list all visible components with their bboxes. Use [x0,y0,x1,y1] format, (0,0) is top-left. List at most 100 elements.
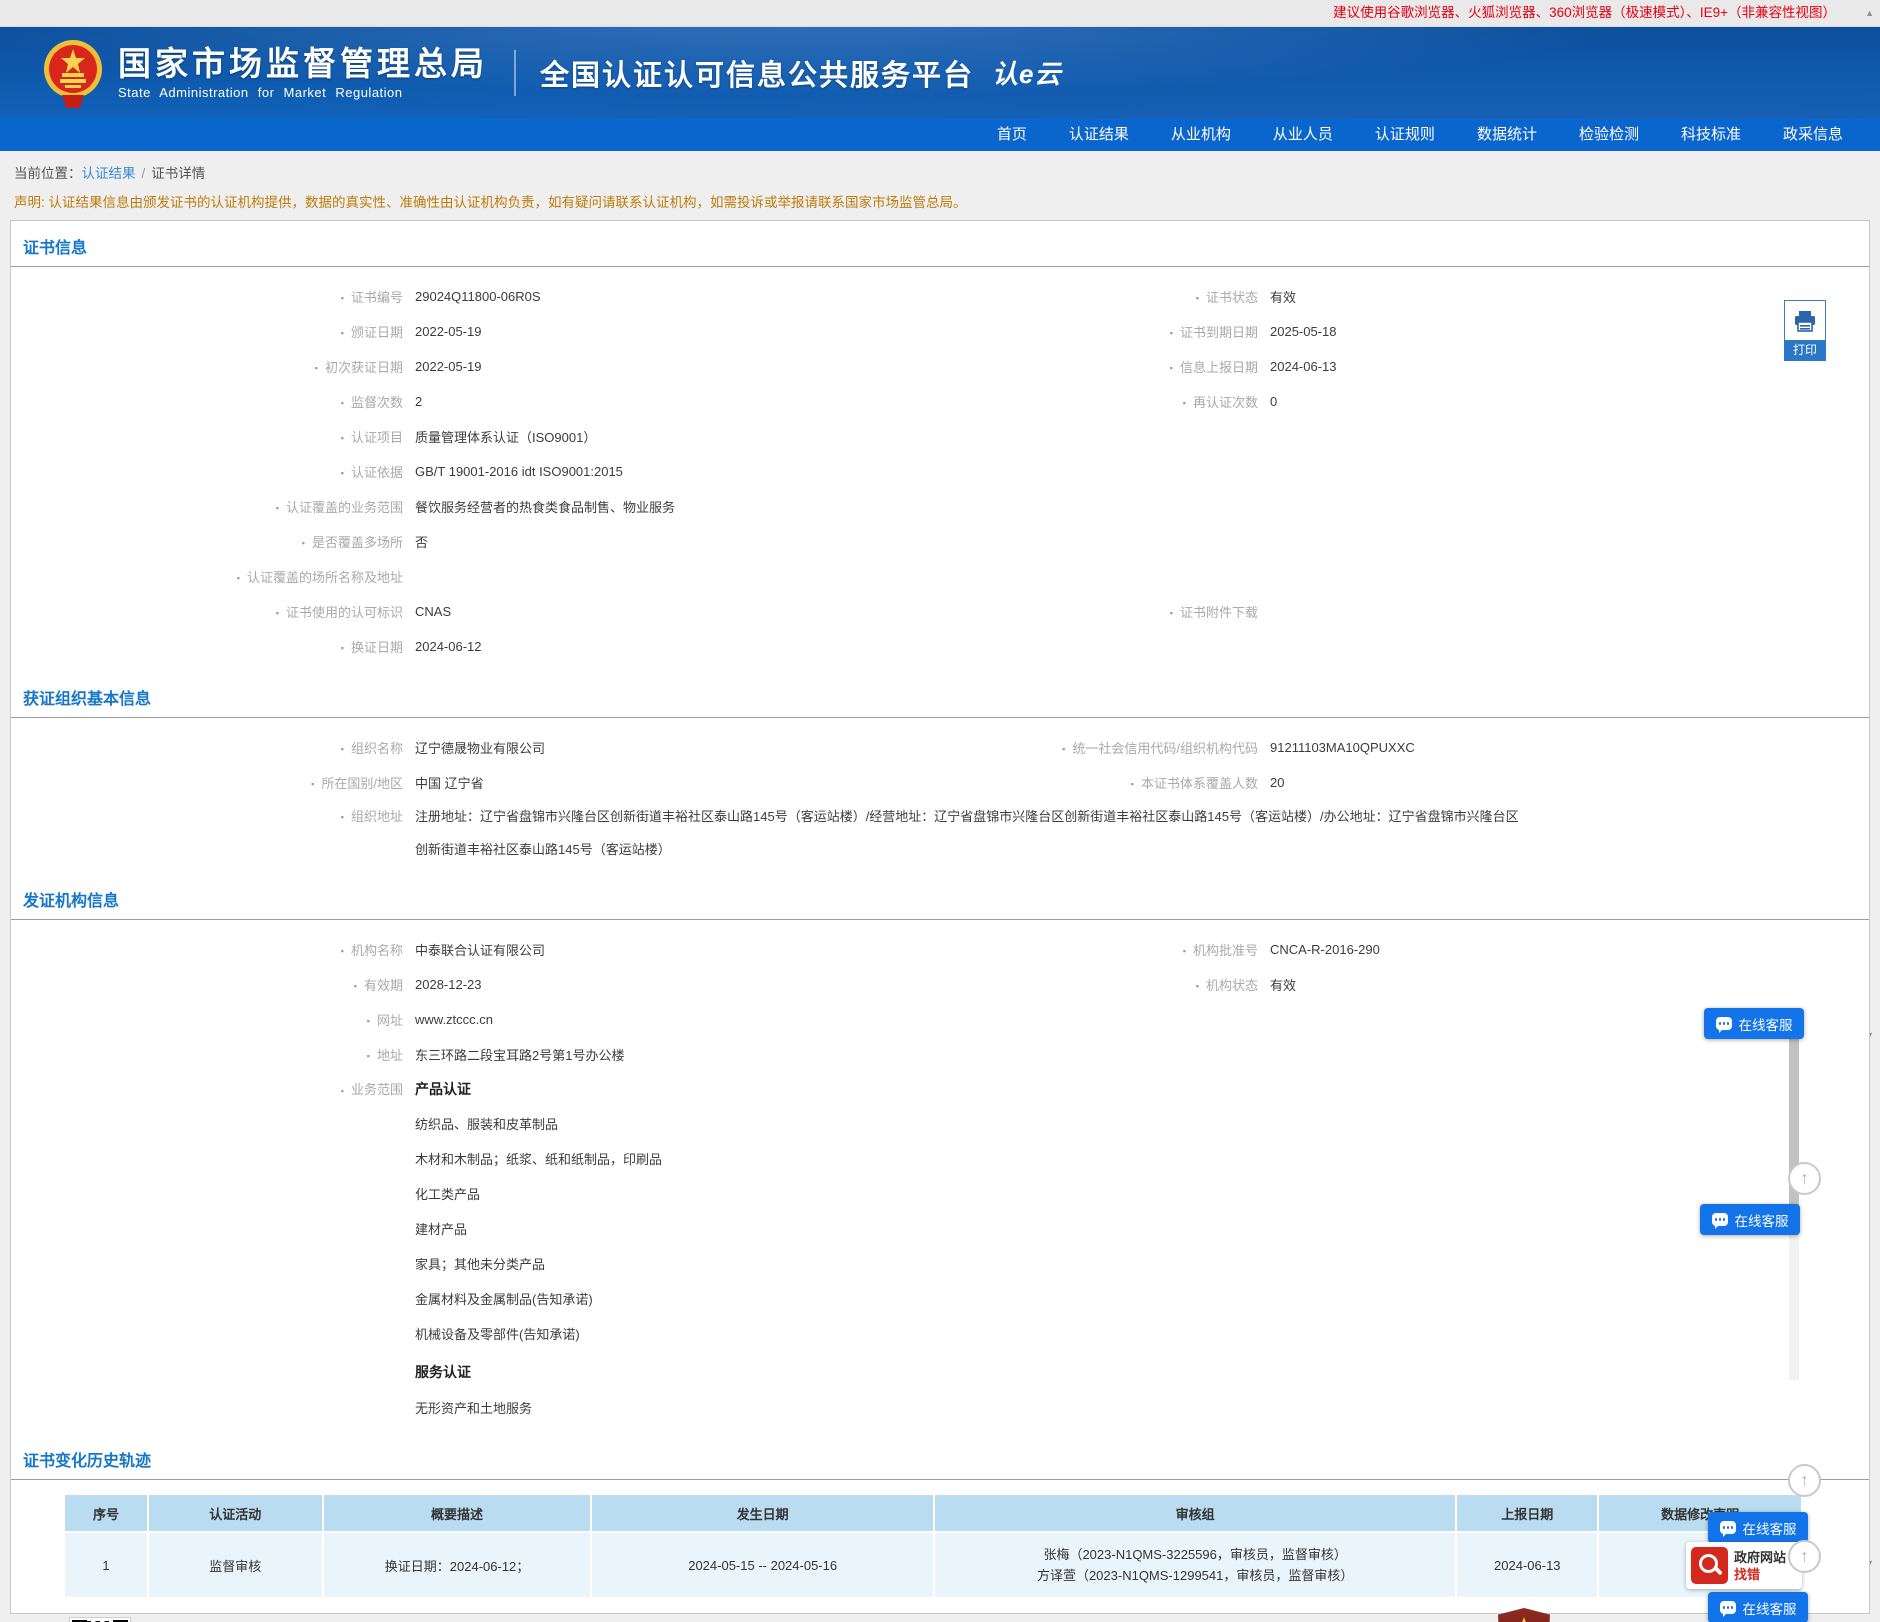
renewal-date-value: 2024-06-12 [415,639,482,654]
history-header-row: 序号 认证活动 概要描述 发生日期 审核组 上报日期 数据修改声明 [63,1493,1803,1533]
attachment-download-label[interactable]: 证书附件下载 [866,602,1258,621]
print-button-label: 打印 [1784,340,1826,361]
cell-activity: 监督审核 [146,1531,324,1599]
agency-website-label: 网址 [11,1010,403,1029]
online-service-label: 在线客服 [1738,1017,1793,1033]
history-table: 序号 认证活动 概要描述 发生日期 审核组 上报日期 数据修改声明 1 监督审核… [63,1493,1803,1599]
breadcrumb-link-cert-results[interactable]: 认证结果 [82,166,136,181]
history-row: 1 监督审核 换证日期：2024-06-12； 2024-05-15 -- 20… [63,1531,1803,1599]
issue-date-value: 2022-05-19 [415,324,482,339]
national-emblem-icon [44,39,102,108]
agency-status-label: 机构状态 [866,975,1258,994]
scope-item: 纺织品、服装和皮革制品 [415,1117,559,1132]
header-divider [514,49,516,96]
certificate-detail-page: 建议使用谷歌浏览器、火狐浏览器、360浏览器（极速模式）、IE9+（非兼容性视图… [0,0,1880,1622]
scope-item: 化工类产品 [415,1187,481,1202]
nav-item-agencies[interactable]: 从业机构 [1150,118,1252,151]
history-section-head: 证书变化历史轨迹 [11,1434,1869,1480]
scope-item: 木材和木制品；纸浆、纸和纸制品，印刷品 [415,1152,663,1167]
issue-date-label: 颁证日期 [11,322,403,341]
org-name-value: 辽宁德晟物业有限公司 [415,741,546,756]
org-name-cn: 国家市场监督管理总局 [118,44,488,82]
nav-item-cert-results[interactable]: 认证结果 [1048,118,1150,151]
multi-site-label: 是否覆盖多场所 [11,532,403,551]
nav-item-data-stats[interactable]: 数据统计 [1456,118,1558,151]
breadcrumb: 当前位置：认证结果 / 证书详情 [0,151,1880,186]
cert-status-label: 证书状态 [866,287,1258,306]
online-service-button[interactable]: 在线客服 [1708,1592,1808,1622]
multi-site-value: 否 [415,535,429,550]
accreditation-mark-value: CNAS [415,604,452,619]
cert-number-value: 29024Q11800-06R0S [415,289,541,304]
chat-bubble-icon [1711,1213,1728,1229]
covered-sites-label: 认证覆盖的场所名称及地址 [11,567,403,586]
renewal-date-label: 换证日期 [11,637,403,656]
gov-site-error-report-button[interactable]: 政府网站 找错 [1686,1542,1802,1589]
org-address-label: 组织地址 [11,800,403,835]
agency-scope-label: 业务范围 [11,1072,403,1426]
nav-item-home[interactable]: 首页 [976,118,1048,151]
scroll-up-arrow-icon[interactable]: ▲ [1865,8,1874,18]
platform-title: 全国认证认可信息公共服务平台 [540,59,975,92]
col-activity: 认证活动 [146,1493,324,1533]
wechat-qr-code [69,1617,131,1622]
back-to-top-button[interactable]: ↑ [1788,1162,1821,1195]
agency-section-title: 发证机构信息 [23,893,120,910]
cert-basis-value: GB/T 19001-2016 idt ISO9001:2015 [415,464,623,479]
org-name-label: 组织名称 [11,738,403,757]
agency-name-value: 中泰联合认证有限公司 [415,943,546,958]
cell-report-date: 2024-06-13 [1455,1531,1600,1599]
scope-item: 无形资产和土地服务 [415,1401,533,1416]
scope-group-service: 服务认证 [415,1364,471,1380]
online-service-button[interactable]: 在线客服 [1708,1512,1808,1543]
nav-item-inspection[interactable]: 检验检测 [1558,118,1660,151]
recert-count-value: 0 [1270,394,1278,409]
agency-scope-list: 产品认证 纺织品、服装和皮革制品 木材和木制品；纸浆、纸和纸制品，印刷品 化工类… [415,1072,662,1426]
scope-item: 金属材料及金属制品(告知承诺) [415,1292,593,1307]
org-credit-code-value: 91211103MA10QPUXXC [1270,740,1415,755]
cell-audit-group: 张梅（2023-N1QMS-3225596，审核员，监督审核） 方译萱（2023… [932,1531,1458,1599]
agency-address-label: 地址 [11,1045,403,1064]
chat-bubble-icon [1719,1601,1736,1617]
col-seq: 序号 [63,1493,149,1533]
online-service-label: 在线客服 [1742,1601,1797,1617]
expiry-date-value: 2025-05-18 [1270,324,1337,339]
nav-item-tech-standards[interactable]: 科技标准 [1660,118,1762,151]
back-to-top-button[interactable]: ↑ [1788,1464,1821,1497]
agency-info-right-column: 机构批准号 CNCA-R-2016-290 机构状态有效 [866,932,1826,1002]
history-section-title: 证书变化历史轨迹 [23,1453,152,1470]
online-service-button[interactable]: 在线客服 [1700,1204,1800,1235]
nav-item-procurement[interactable]: 政采信息 [1762,118,1864,151]
auditor-line: 方译萱（2023-N1QMS-1299541，审核员，监督审核） [1036,1568,1354,1583]
print-button[interactable]: 打印 [1784,300,1826,361]
agency-name-label: 机构名称 [11,940,403,959]
recert-count-label: 再认证次数 [866,392,1258,411]
agency-approval-value: CNCA-R-2016-290 [1270,942,1380,957]
org-info-right-column: 统一社会信用代码/组织机构代码 91211103MA10QPUXXC 本证书体系覆… [866,730,1826,800]
breadcrumb-current: 证书详情 [151,166,206,181]
nav-item-personnel[interactable]: 从业人员 [1252,118,1354,151]
main-nav: 首页 认证结果 从业机构 从业人员 认证规则 数据统计 检验检测 科技标准 政采… [0,118,1880,151]
online-service-label: 在线客服 [1742,1521,1797,1537]
supervision-count-label: 监督次数 [11,392,403,411]
find-error-label: 找错 [1734,1566,1761,1582]
chat-bubble-icon [1719,1521,1736,1537]
ren-e-yun-logo: 认e云 [992,59,1062,89]
agency-validity-label: 有效期 [11,975,403,994]
browser-suggestion-text: 建议使用谷歌浏览器、火狐浏览器、360浏览器（极速模式）、IE9+（非兼容性视图… [1333,5,1836,20]
first-issue-date-label: 初次获证日期 [11,357,403,376]
org-section-head: 获证组织基本信息 [11,672,1869,718]
back-to-top-button[interactable]: ↑ [1788,1540,1821,1573]
org-name-en: State Administration for Market Regulati… [118,84,403,100]
org-region-value: 中国 辽宁省 [415,776,484,791]
cert-basis-label: 认证依据 [11,462,403,481]
report-date-value: 2024-06-13 [1270,359,1337,374]
badge-flame-icon [1519,1617,1529,1622]
online-service-button[interactable]: 在线客服 [1704,1008,1804,1039]
col-date: 发生日期 [590,1493,935,1533]
first-issue-date-value: 2022-05-19 [415,359,482,374]
org-info-body: 组织名称辽宁德晟物业有限公司 所在国别/地区中国 辽宁省 组织地址注册地址：辽宁… [11,718,1869,874]
nav-item-cert-rules[interactable]: 认证规则 [1354,118,1456,151]
col-report-date: 上报日期 [1455,1493,1600,1533]
cert-project-label: 认证项目 [11,427,403,446]
